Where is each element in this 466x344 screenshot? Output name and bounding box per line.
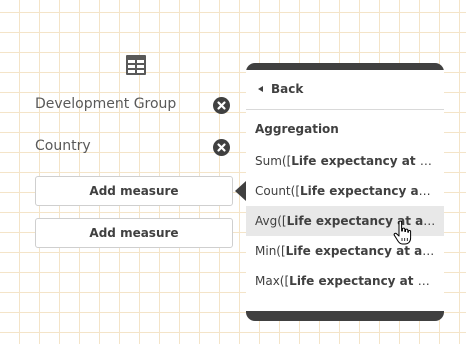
option-arg: Life expectancy at age ... [291,154,444,168]
add-measure-button[interactable]: Add measure [35,176,233,206]
hand-pointer-icon [393,220,413,246]
aggregation-option-min[interactable]: Min([Life expectancy at age ... [246,236,444,266]
back-label: Back [271,82,304,96]
option-func: Sum([ [255,154,292,168]
add-measure-button[interactable]: Add measure [35,218,233,248]
dimension-label: Country [35,138,91,154]
aggregation-option-sum[interactable]: Sum([Life expectancy at age ... [246,146,444,176]
option-arg: Life expectancy at age ... [285,244,444,258]
remove-icon[interactable] [213,97,230,114]
option-func: Max([ [255,274,290,288]
option-arg: Life expectancy at age ... [286,214,444,228]
aggregation-popover: Back Aggregation Sum([Life expectancy at… [246,63,444,321]
option-func: Avg([ [255,214,287,228]
aggregation-option-max[interactable]: Max([Life expectancy at age ... [246,266,444,296]
table-icon [126,55,146,75]
remove-icon[interactable] [213,139,230,156]
aggregation-option-count[interactable]: Count([Life expectancy at a... [246,176,444,206]
option-func: Count([ [255,184,300,198]
back-triangle-icon [258,86,263,92]
option-arg: Life expectancy at a... [300,184,444,198]
aggregation-option-avg[interactable]: Avg([Life expectancy at age ... [246,206,444,236]
popover-arrow [235,181,246,201]
dimension-label: Development Group [35,96,177,112]
dimension-item[interactable]: Development Group [35,94,235,118]
option-func: Min([ [255,244,286,258]
section-header: Aggregation [255,122,339,136]
option-arg: Life expectancy at age ... [289,274,444,288]
popover-content: Back Aggregation Sum([Life expectancy at… [246,70,444,311]
back-button[interactable]: Back [246,70,444,110]
dimension-item[interactable]: Country [35,136,235,160]
